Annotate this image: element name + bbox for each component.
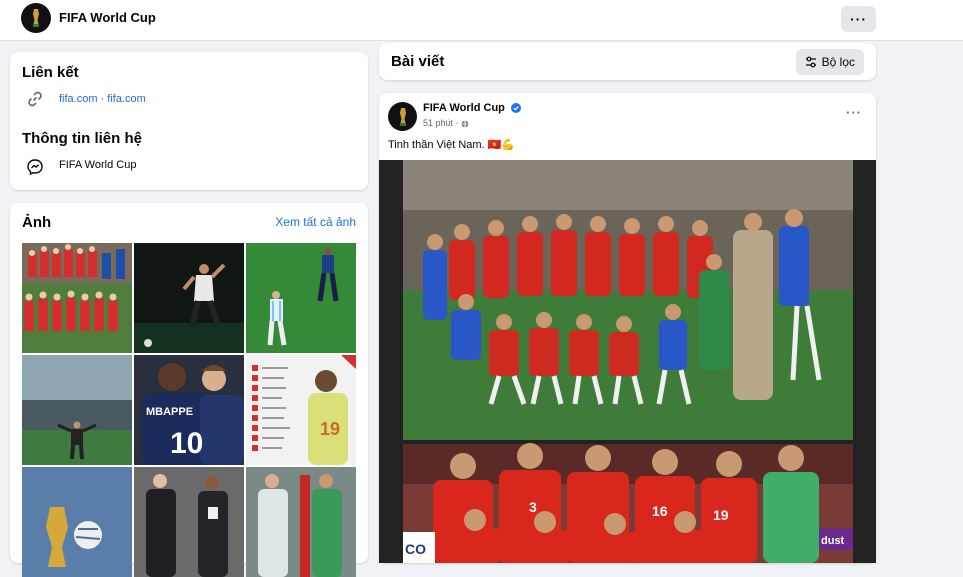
- link-icon: [28, 91, 42, 107]
- photo-tile[interactable]: 19: [246, 355, 356, 465]
- globe-icon: [461, 120, 469, 128]
- filter-label: Bộ lọc: [821, 55, 855, 69]
- verified-badge-icon: [510, 103, 521, 114]
- post-timestamp[interactable]: 51 phút ·: [423, 118, 469, 128]
- post-author-name[interactable]: FIFA World Cup: [423, 102, 521, 114]
- photo-tile[interactable]: [22, 355, 132, 465]
- photo-tile[interactable]: [246, 243, 356, 353]
- photo-tile[interactable]: [22, 467, 132, 577]
- ad-board-text: CO: [405, 541, 426, 557]
- photo-tile[interactable]: MBAPPE 10: [134, 355, 244, 465]
- posts-heading: Bài viết: [391, 53, 445, 70]
- photo-tile[interactable]: [134, 243, 244, 353]
- posts-header-card: Bài viết Bộ lọc: [379, 43, 876, 80]
- filter-icon: [805, 56, 816, 68]
- post-more-options-button[interactable]: ···: [846, 105, 862, 120]
- photo-tile[interactable]: [22, 243, 132, 353]
- jersey-number: 19: [713, 507, 729, 523]
- post-image[interactable]: 3 16 19 CO dust: [379, 160, 876, 563]
- page-header-bar: FIFA World Cup ···: [0, 0, 963, 41]
- jersey-number: 16: [652, 503, 668, 519]
- photos-card: Ảnh Xem tất cả ảnh MBAPPE 10 19: [10, 203, 368, 577]
- post-author-avatar[interactable]: [388, 102, 417, 131]
- post-card: FIFA World Cup 51 phút · ··· Tinh thần V…: [379, 93, 876, 563]
- website-link[interactable]: fifa.com · fifa.com: [59, 93, 146, 105]
- intro-card: Liên kết fifa.com · fifa.com Thông tin l…: [10, 52, 368, 190]
- photo-tile[interactable]: [134, 467, 244, 577]
- ad-board-text: dust: [821, 535, 845, 547]
- post-time-text: 51 phút ·: [423, 118, 459, 128]
- mbappe-shirt-number: 10: [170, 427, 203, 460]
- trophy-icon: [33, 9, 39, 27]
- post-author-label: FIFA World Cup: [423, 102, 505, 114]
- mbappe-shirt-name: MBAPPE: [146, 406, 193, 418]
- messenger-icon: [27, 159, 43, 176]
- post-text: Tinh thần Việt Nam. 🇻🇳💪: [388, 139, 516, 151]
- links-heading: Liên kết: [22, 64, 79, 81]
- page-avatar[interactable]: [21, 3, 51, 33]
- photos-heading: Ảnh: [22, 214, 52, 231]
- messenger-contact[interactable]: FIFA World Cup: [59, 159, 136, 171]
- trophy-icon: [399, 107, 406, 126]
- jersey-number: 3: [529, 499, 537, 515]
- contact-heading: Thông tin liên hệ: [22, 130, 142, 147]
- page-title[interactable]: FIFA World Cup: [59, 10, 156, 25]
- more-dots-icon: ···: [850, 11, 867, 27]
- photo-tile[interactable]: [246, 467, 356, 577]
- filter-button[interactable]: Bộ lọc: [795, 49, 864, 75]
- more-options-button[interactable]: ···: [841, 6, 876, 32]
- see-all-photos-link[interactable]: Xem tất cả ảnh: [275, 215, 356, 229]
- svg-text:19: 19: [320, 419, 340, 439]
